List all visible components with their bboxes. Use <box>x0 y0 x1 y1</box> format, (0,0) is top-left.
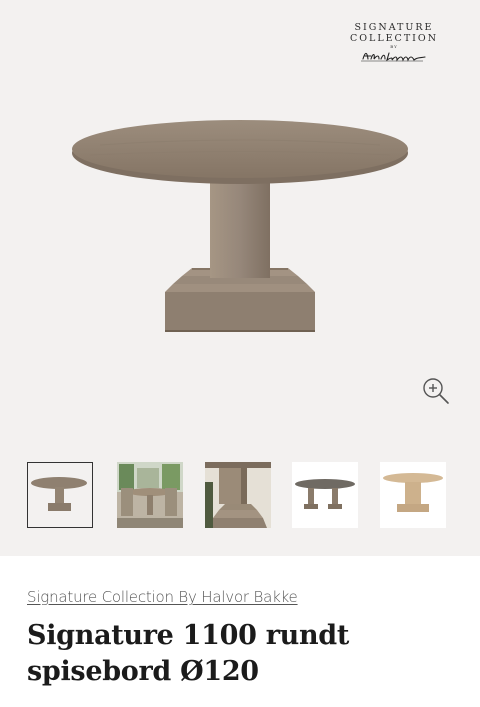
thumbnail-1[interactable] <box>27 462 93 528</box>
thumbnail-4[interactable] <box>292 462 358 528</box>
thumbnail-dark-table-image <box>292 462 358 528</box>
thumbnail-scene-image <box>117 462 183 528</box>
zoom-in-icon <box>423 378 449 404</box>
thumbnail-3[interactable] <box>205 462 271 528</box>
thumbnail-table-image <box>31 477 87 511</box>
zoom-button[interactable] <box>420 375 452 407</box>
brand-logo-line2: COLLECTION <box>349 33 439 44</box>
product-info: Signature Collection By Halvor Bakke Sig… <box>0 556 480 707</box>
thumbnail-closeup-image <box>205 462 271 528</box>
thumbnail-strip <box>0 462 480 530</box>
product-title: Signature 1100 rundt spisebord Ø120 <box>27 620 350 687</box>
thumbnail-light-table-image <box>380 462 446 528</box>
main-product-image[interactable] <box>60 100 420 340</box>
brand-link[interactable]: Signature Collection By Halvor Bakke <box>27 588 298 606</box>
brand-logo-line1: SIGNATURE <box>354 22 434 33</box>
thumbnail-2[interactable] <box>117 462 183 528</box>
brand-logo: SIGNATURE COLLECTION BY <box>344 22 444 63</box>
signature-logo <box>361 52 426 62</box>
thumbnail-5[interactable] <box>380 462 446 528</box>
product-gallery: SIGNATURE COLLECTION BY <box>0 0 480 556</box>
